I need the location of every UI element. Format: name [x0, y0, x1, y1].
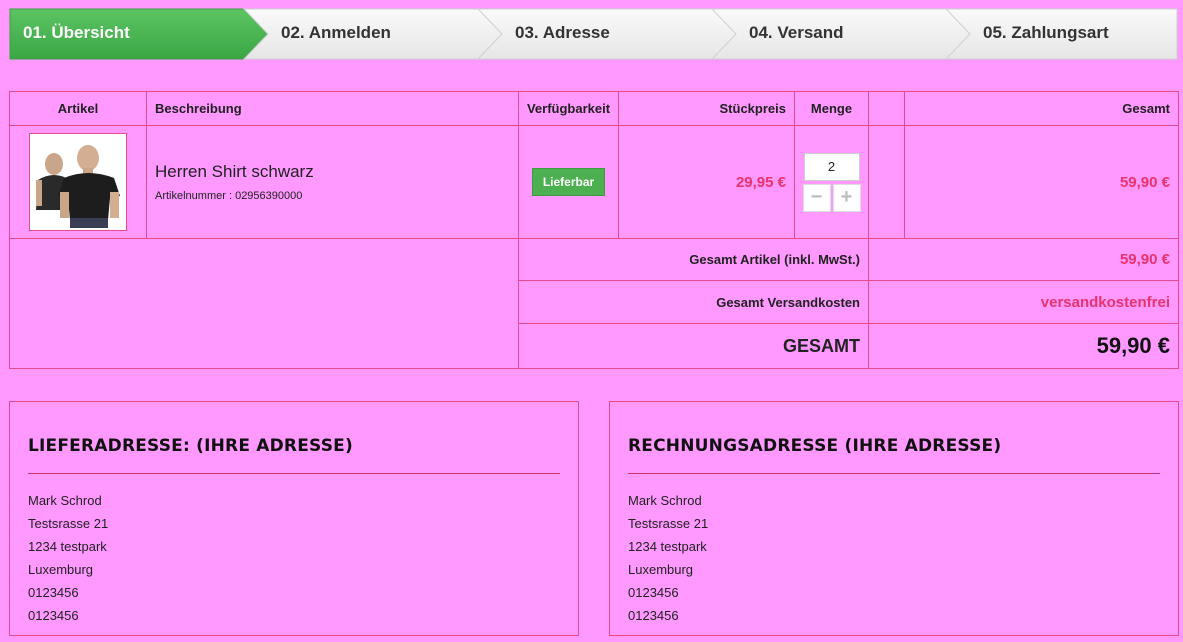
delivery-address-box: LIEFERADRESSE: (IHRE ADRESSE) Mark Schro…: [9, 401, 579, 636]
shipping-cost-value: versandkostenfrei: [868, 280, 1179, 324]
shipping-cost-label: Gesamt Versandkosten: [518, 280, 869, 324]
address-line: Luxemburg: [28, 562, 94, 577]
address-line: 0123456: [28, 585, 79, 600]
billing-address-title: RECHNUNGSADRESSE (IHRE ADRESSE): [628, 436, 1002, 456]
address-line: Mark Schrod: [628, 493, 702, 508]
step-label: 03. Adresse: [515, 23, 610, 42]
delivery-address-lines: Mark Schrod Testsrasse 21 1234 testpark …: [28, 489, 108, 627]
step-label: 01. Übersicht: [23, 23, 130, 42]
step-label: 02. Anmelden: [281, 23, 391, 42]
product-image[interactable]: [29, 133, 127, 231]
total-articles-label: Gesamt Artikel (inkl. MwSt.): [518, 238, 869, 281]
product-description-cell: Herren Shirt schwarz Artikelnummer : 029…: [146, 125, 519, 239]
address-line: Testsrasse 21: [28, 516, 109, 531]
product-image-cell: [9, 125, 147, 239]
article-number: Artikelnummer : 02956390000: [155, 190, 303, 202]
cart-header-row: Artikel Beschreibung Verfügbarkeit Stück…: [9, 91, 1179, 126]
table-row: Herren Shirt schwarz Artikelnummer : 029…: [9, 125, 1179, 239]
column-header-unit-price: Stückpreis: [618, 91, 795, 126]
grand-total-label: GESAMT: [518, 323, 869, 369]
step-overview[interactable]: 01. Übersicht: [9, 8, 271, 60]
quantity-stepper: − +: [802, 183, 861, 212]
availability-cell: Lieferbar: [518, 125, 619, 239]
summary-row-articles: Gesamt Artikel (inkl. MwSt.) 59,90 €: [9, 238, 1179, 369]
shirt-model-image: [30, 134, 126, 230]
quantity-input[interactable]: 2: [803, 152, 860, 181]
remove-cell: [868, 125, 905, 239]
checkout-steps: 01. Übersicht 02. Anmelden 03. Adresse 0…: [9, 8, 1179, 60]
step-payment[interactable]: 05. Zahlungsart: [945, 8, 1179, 60]
step-shipping[interactable]: 04. Versand: [711, 8, 973, 60]
cart-table: Artikel Beschreibung Verfügbarkeit Stück…: [9, 91, 1179, 369]
step-login[interactable]: 02. Anmelden: [243, 8, 505, 60]
divider: [28, 473, 560, 474]
line-total: 59,90 €: [904, 125, 1179, 239]
column-header-description: Beschreibung: [146, 91, 519, 126]
column-header-remove: [868, 91, 905, 126]
address-line: 1234 testpark: [628, 539, 707, 554]
column-header-quantity: Menge: [794, 91, 869, 126]
step-address[interactable]: 03. Adresse: [477, 8, 739, 60]
address-line: 1234 testpark: [28, 539, 107, 554]
decrease-quantity-button[interactable]: −: [802, 183, 831, 212]
address-line: Luxemburg: [628, 562, 694, 577]
column-header-total: Gesamt: [904, 91, 1179, 126]
unit-price: 29,95 €: [618, 125, 795, 239]
delivery-address-title: LIEFERADRESSE: (IHRE ADRESSE): [28, 436, 353, 456]
summary-spacer: [9, 238, 519, 369]
billing-address-lines: Mark Schrod Testsrasse 21 1234 testpark …: [628, 489, 708, 627]
address-line: 0123456: [628, 608, 679, 623]
availability-badge: Lieferbar: [531, 168, 606, 196]
step-label: 04. Versand: [749, 23, 844, 42]
grand-total-value: 59,90 €: [868, 323, 1179, 369]
step-label: 05. Zahlungsart: [983, 23, 1109, 42]
total-articles-value: 59,90 €: [868, 238, 1179, 281]
address-line: 0123456: [628, 585, 679, 600]
address-line: Testsrasse 21: [628, 516, 709, 531]
column-header-availability: Verfügbarkeit: [518, 91, 619, 126]
divider: [628, 473, 1160, 474]
increase-quantity-button[interactable]: +: [832, 183, 861, 212]
product-name[interactable]: Herren Shirt schwarz: [155, 162, 518, 182]
quantity-cell: 2 − +: [794, 125, 869, 239]
column-header-article: Artikel: [9, 91, 147, 126]
address-line: 0123456: [28, 608, 79, 623]
billing-address-box: RECHNUNGSADRESSE (IHRE ADRESSE) Mark Sch…: [609, 401, 1179, 636]
address-line: Mark Schrod: [28, 493, 102, 508]
